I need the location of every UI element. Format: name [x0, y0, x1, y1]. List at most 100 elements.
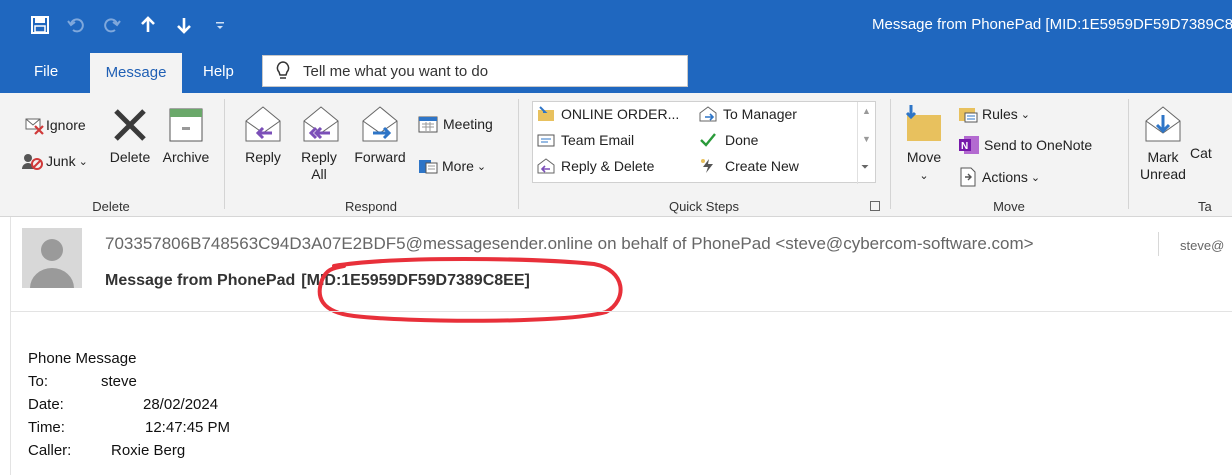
move-group: Move ⌄ Rules ⌄ N Send to OneNote Actions… — [892, 93, 1126, 217]
group-label-delete: Delete — [92, 199, 130, 214]
chevron-down-icon: ⌄ — [476, 160, 487, 173]
quick-step-to-manager[interactable]: To Manager — [699, 106, 797, 122]
dialog-launcher-icon[interactable] — [870, 201, 880, 211]
field-value: steve — [101, 373, 137, 390]
chevron-down-icon: ⌄ — [919, 170, 929, 182]
field-row-date: Date: 28/02/2024 — [28, 393, 218, 416]
body-heading: Phone Message — [28, 350, 137, 367]
field-value: Roxie Berg — [111, 442, 186, 459]
group-label-respond: Respond — [344, 199, 398, 214]
categorize-button[interactable]: Cat — [1190, 145, 1230, 162]
field-label: To: — [28, 373, 49, 390]
tab-file[interactable]: File — [24, 50, 68, 93]
group-label-move: Move — [993, 199, 1025, 214]
delete-x-icon — [114, 109, 146, 141]
quick-access-toolbar — [26, 12, 242, 38]
tags-group: Mark Unread Cat Ta — [1130, 93, 1232, 217]
tell-me-box[interactable]: Tell me what you want to do — [262, 55, 688, 87]
window-title: Message from PhonePad [MID:1E5959DF59D73… — [872, 16, 1232, 33]
group-separator — [890, 99, 891, 209]
tab-help[interactable]: Help — [193, 50, 244, 93]
delete-group: Ignore Junk ⌄ Delete Archive Delete — [0, 93, 222, 217]
tell-me-text: Tell me what you want to do — [303, 62, 489, 80]
recipient[interactable]: steve@ — [1180, 238, 1224, 253]
reply-all-button[interactable]: Reply All — [296, 103, 342, 183]
actions-button[interactable]: Actions ⌄ — [958, 167, 1040, 187]
down-arrow-icon[interactable] — [170, 12, 198, 38]
quick-step-done[interactable]: Done — [699, 132, 758, 148]
ribbon-tab-row: File Message Help Tell me what you want … — [0, 50, 1232, 93]
lightbulb-icon — [275, 61, 303, 81]
checkmark-icon — [700, 133, 716, 147]
actions-icon — [960, 167, 976, 187]
title-bar: Message from PhonePad [MID:1E5959DF59D73… — [0, 0, 1232, 50]
mark-unread-icon — [1145, 106, 1181, 142]
onenote-icon: N — [959, 136, 979, 154]
junk-button[interactable]: Junk ⌄ — [20, 151, 88, 171]
gallery-expand-icon[interactable]: ⏷ — [861, 162, 869, 173]
quick-step-create-new[interactable]: Create New — [699, 158, 799, 174]
group-separator — [224, 99, 225, 209]
ignore-icon — [25, 118, 44, 135]
move-folder-icon — [905, 105, 941, 141]
reply-all-icon — [303, 106, 339, 142]
person-icon — [30, 239, 74, 288]
up-arrow-icon[interactable] — [134, 12, 162, 38]
subject-text: Message from PhonePad — [105, 272, 296, 289]
forward-icon — [362, 106, 398, 142]
group-separator — [518, 99, 519, 209]
field-label: Time: — [28, 419, 65, 436]
reply-icon — [245, 106, 281, 142]
meeting-button[interactable]: Meeting — [418, 115, 493, 133]
lightning-icon — [701, 159, 713, 173]
group-label-tags: Ta — [1198, 199, 1212, 214]
group-separator — [1128, 99, 1129, 209]
mark-unread-button[interactable]: Mark Unread — [1138, 103, 1188, 183]
svg-text:N: N — [961, 141, 968, 152]
folder-arrow-icon — [538, 106, 554, 121]
rules-button[interactable]: Rules ⌄ — [958, 105, 1030, 123]
red-annotation-circle — [317, 257, 623, 323]
field-row-caller: Caller: Roxie Berg — [28, 439, 185, 462]
reading-pane-border — [10, 217, 11, 475]
scroll-down-icon[interactable]: ▼ — [862, 134, 871, 144]
sender-line: 703357806B748563C94D3A07E2BDF5@messagese… — [105, 234, 1034, 253]
group-label-quick-steps: Quick Steps — [668, 199, 740, 214]
quick-step-reply-delete[interactable]: Reply & Delete — [537, 158, 654, 174]
reply-mail-icon — [537, 158, 555, 174]
archive-icon — [169, 108, 203, 142]
send-to-onenote-button[interactable]: N Send to OneNote — [958, 135, 1092, 155]
more-button[interactable]: More ⌄ — [418, 157, 486, 175]
move-button[interactable]: Move ⌄ — [900, 103, 948, 185]
chevron-down-icon: ⌄ — [1030, 171, 1041, 184]
qat-customize-icon[interactable] — [206, 12, 234, 38]
ignore-button[interactable]: Ignore — [24, 115, 86, 135]
archive-button[interactable]: Archive — [158, 105, 214, 166]
chevron-down-icon: ⌄ — [78, 155, 88, 168]
team-email-icon — [537, 134, 555, 147]
respond-group: Reply Reply All Forward Meeting More ⌄ R… — [226, 93, 516, 217]
message-body: Phone Message To: steve Date: 28/02/2024… — [28, 347, 230, 462]
quick-step-online-order[interactable]: ONLINE ORDER... — [537, 106, 679, 122]
field-value: 28/02/2024 — [143, 396, 219, 413]
reply-button[interactable]: Reply — [240, 103, 286, 166]
field-label: Date: — [28, 396, 64, 413]
chevron-down-icon: ⌄ — [1020, 108, 1031, 121]
undo-icon[interactable] — [62, 12, 90, 38]
redo-icon[interactable] — [98, 12, 126, 38]
ribbon: Ignore Junk ⌄ Delete Archive Delete Repl… — [0, 93, 1232, 217]
scroll-up-icon[interactable]: ▲ — [862, 106, 871, 116]
tab-message[interactable]: Message — [90, 53, 182, 93]
save-icon[interactable] — [26, 12, 54, 38]
field-row-time: Time: 12:47:45 PM — [28, 416, 230, 439]
forward-button[interactable]: Forward — [344, 103, 416, 166]
rules-icon — [959, 108, 978, 123]
more-respond-icon — [419, 160, 438, 174]
field-label: Caller: — [28, 442, 72, 459]
avatar — [22, 228, 82, 288]
quick-step-team-email[interactable]: Team Email — [537, 132, 634, 148]
field-row-to: To: steve — [28, 370, 137, 393]
forward-mail-icon — [699, 106, 717, 122]
delete-button[interactable]: Delete — [104, 105, 156, 166]
gallery-scrollbar[interactable]: ▲ ▼ ⏷ — [857, 102, 875, 184]
